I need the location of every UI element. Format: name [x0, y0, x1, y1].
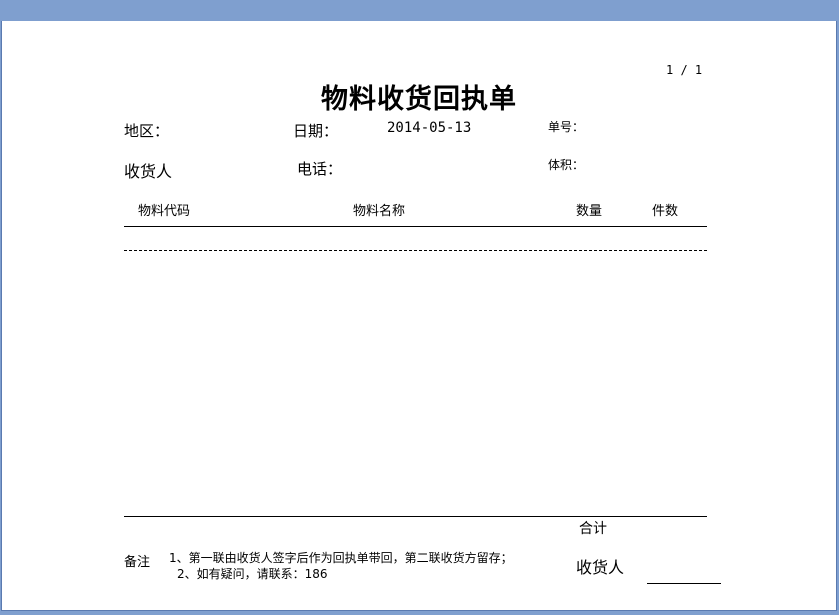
column-header-material-code: 物料代码 — [138, 204, 191, 219]
column-header-quantity: 数量 — [576, 204, 603, 219]
receiver-label: 收货人 — [124, 162, 173, 181]
page-number: 1 / 1 — [666, 63, 703, 77]
remark-line-1: 1、第一联由收货人签字后作为回执单带回，第二联收货方留存； — [169, 551, 513, 565]
total-label: 合计 — [579, 521, 607, 537]
volume-label: 体积： — [548, 158, 585, 172]
region-label: 地区： — [124, 122, 170, 140]
date-label: 日期： — [293, 122, 339, 140]
remark-line-2: 2、如有疑问，请联系：186 — [177, 567, 328, 581]
signature-receiver-label: 收货人 — [576, 558, 625, 577]
date-value: 2014-05-13 — [387, 120, 472, 136]
table-header-rule — [124, 226, 707, 227]
signature-line — [647, 583, 721, 584]
phone-label: 电话： — [297, 160, 343, 178]
table-bottom-rule — [124, 516, 707, 517]
column-header-pieces: 件数 — [652, 204, 679, 219]
doc-number-label: 单号： — [548, 120, 585, 134]
remarks-label: 备注 — [124, 555, 151, 570]
column-header-material-name: 物料名称 — [353, 204, 406, 219]
document-title: 物料收货回执单 — [321, 84, 517, 115]
document-page: 1 / 1 物料收货回执单 地区： 日期： 2014-05-13 单号： 收货人… — [1, 21, 837, 611]
table-row-divider — [124, 250, 707, 251]
